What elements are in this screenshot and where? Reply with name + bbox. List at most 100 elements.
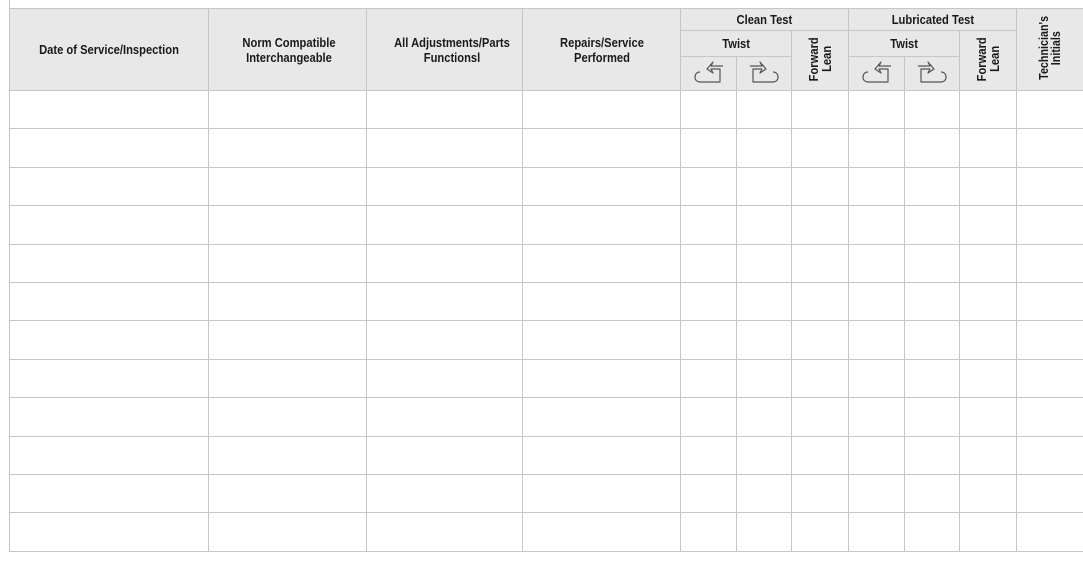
cell-date[interactable]	[9, 435, 209, 475]
cell-norm[interactable]	[208, 281, 367, 322]
cell-date[interactable]	[9, 281, 209, 322]
cell-clean-twist-ccw[interactable]	[736, 397, 792, 437]
cell-clean-twist-cw[interactable]	[680, 166, 737, 207]
cell-clean-forward-lean[interactable]	[790, 89, 850, 130]
cell-technician-initials[interactable]	[1016, 128, 1083, 168]
cell-repairs[interactable]	[522, 473, 681, 514]
cell-clean-forward-lean[interactable]	[790, 320, 850, 360]
cell-repairs[interactable]	[522, 281, 681, 322]
cell-adjustments[interactable]	[366, 473, 523, 514]
cell-clean-twist-ccw[interactable]	[736, 512, 792, 552]
cell-clean-twist-ccw[interactable]	[736, 205, 792, 245]
cell-lubricated-forward-lean[interactable]	[959, 358, 1018, 399]
cell-lubricated-twist-ccw[interactable]	[904, 166, 961, 207]
cell-lubricated-forward-lean[interactable]	[959, 205, 1018, 245]
cell-repairs[interactable]	[522, 89, 681, 130]
cell-lubricated-twist-ccw[interactable]	[904, 243, 961, 283]
cell-lubricated-twist-ccw[interactable]	[904, 397, 961, 437]
cell-adjustments[interactable]	[366, 512, 523, 552]
cell-lubricated-twist-ccw[interactable]	[904, 128, 961, 168]
cell-norm[interactable]	[208, 397, 367, 437]
cell-clean-twist-ccw[interactable]	[736, 166, 792, 207]
cell-clean-twist-cw[interactable]	[680, 435, 737, 475]
cell-lubricated-forward-lean[interactable]	[959, 320, 1018, 360]
cell-clean-forward-lean[interactable]	[790, 358, 850, 399]
cell-adjustments[interactable]	[366, 166, 523, 207]
cell-date[interactable]	[9, 473, 209, 514]
cell-clean-twist-cw[interactable]	[680, 243, 737, 283]
cell-adjustments[interactable]	[366, 320, 523, 360]
cell-lubricated-twist-cw[interactable]	[848, 320, 906, 360]
cell-lubricated-forward-lean[interactable]	[959, 435, 1018, 475]
cell-lubricated-twist-cw[interactable]	[848, 166, 906, 207]
cell-repairs[interactable]	[522, 205, 681, 245]
cell-adjustments[interactable]	[366, 205, 523, 245]
cell-adjustments[interactable]	[366, 89, 523, 130]
cell-norm[interactable]	[208, 320, 367, 360]
cell-clean-twist-ccw[interactable]	[736, 281, 792, 322]
cell-norm[interactable]	[208, 512, 367, 552]
cell-clean-twist-ccw[interactable]	[736, 89, 792, 130]
cell-lubricated-forward-lean[interactable]	[959, 243, 1018, 283]
cell-lubricated-forward-lean[interactable]	[959, 166, 1018, 207]
cell-clean-forward-lean[interactable]	[790, 243, 850, 283]
cell-repairs[interactable]	[522, 243, 681, 283]
cell-technician-initials[interactable]	[1016, 512, 1083, 552]
cell-clean-twist-ccw[interactable]	[736, 358, 792, 399]
cell-lubricated-forward-lean[interactable]	[959, 397, 1018, 437]
cell-date[interactable]	[9, 166, 209, 207]
cell-adjustments[interactable]	[366, 358, 523, 399]
cell-clean-forward-lean[interactable]	[790, 205, 850, 245]
cell-lubricated-forward-lean[interactable]	[959, 473, 1018, 514]
cell-lubricated-twist-ccw[interactable]	[904, 435, 961, 475]
cell-adjustments[interactable]	[366, 243, 523, 283]
cell-clean-forward-lean[interactable]	[790, 473, 850, 514]
cell-technician-initials[interactable]	[1016, 435, 1083, 475]
cell-lubricated-forward-lean[interactable]	[959, 128, 1018, 168]
cell-date[interactable]	[9, 205, 209, 245]
cell-norm[interactable]	[208, 243, 367, 283]
cell-date[interactable]	[9, 128, 209, 168]
cell-clean-twist-cw[interactable]	[680, 358, 737, 399]
cell-technician-initials[interactable]	[1016, 473, 1083, 514]
cell-lubricated-twist-ccw[interactable]	[904, 320, 961, 360]
cell-clean-twist-ccw[interactable]	[736, 320, 792, 360]
cell-clean-twist-cw[interactable]	[680, 281, 737, 322]
cell-clean-forward-lean[interactable]	[790, 397, 850, 437]
cell-lubricated-twist-cw[interactable]	[848, 128, 906, 168]
cell-norm[interactable]	[208, 205, 367, 245]
cell-technician-initials[interactable]	[1016, 166, 1083, 207]
cell-lubricated-twist-ccw[interactable]	[904, 512, 961, 552]
cell-lubricated-twist-cw[interactable]	[848, 358, 906, 399]
cell-clean-twist-cw[interactable]	[680, 320, 737, 360]
cell-clean-twist-cw[interactable]	[680, 89, 737, 130]
cell-clean-twist-ccw[interactable]	[736, 243, 792, 283]
cell-lubricated-twist-ccw[interactable]	[904, 473, 961, 514]
cell-clean-twist-cw[interactable]	[680, 512, 737, 552]
cell-clean-forward-lean[interactable]	[790, 166, 850, 207]
cell-norm[interactable]	[208, 358, 367, 399]
cell-repairs[interactable]	[522, 512, 681, 552]
cell-repairs[interactable]	[522, 358, 681, 399]
cell-clean-twist-cw[interactable]	[680, 473, 737, 514]
cell-date[interactable]	[9, 89, 209, 130]
cell-lubricated-twist-cw[interactable]	[848, 89, 906, 130]
cell-technician-initials[interactable]	[1016, 320, 1083, 360]
cell-lubricated-twist-ccw[interactable]	[904, 89, 961, 130]
cell-lubricated-twist-cw[interactable]	[848, 281, 906, 322]
cell-repairs[interactable]	[522, 435, 681, 475]
cell-lubricated-twist-ccw[interactable]	[904, 358, 961, 399]
cell-technician-initials[interactable]	[1016, 89, 1083, 130]
cell-clean-forward-lean[interactable]	[790, 281, 850, 322]
cell-repairs[interactable]	[522, 320, 681, 360]
cell-norm[interactable]	[208, 166, 367, 207]
cell-date[interactable]	[9, 358, 209, 399]
cell-lubricated-twist-cw[interactable]	[848, 512, 906, 552]
cell-technician-initials[interactable]	[1016, 281, 1083, 322]
cell-technician-initials[interactable]	[1016, 205, 1083, 245]
cell-adjustments[interactable]	[366, 397, 523, 437]
cell-date[interactable]	[9, 397, 209, 437]
cell-date[interactable]	[9, 320, 209, 360]
cell-lubricated-forward-lean[interactable]	[959, 281, 1018, 322]
cell-technician-initials[interactable]	[1016, 243, 1083, 283]
